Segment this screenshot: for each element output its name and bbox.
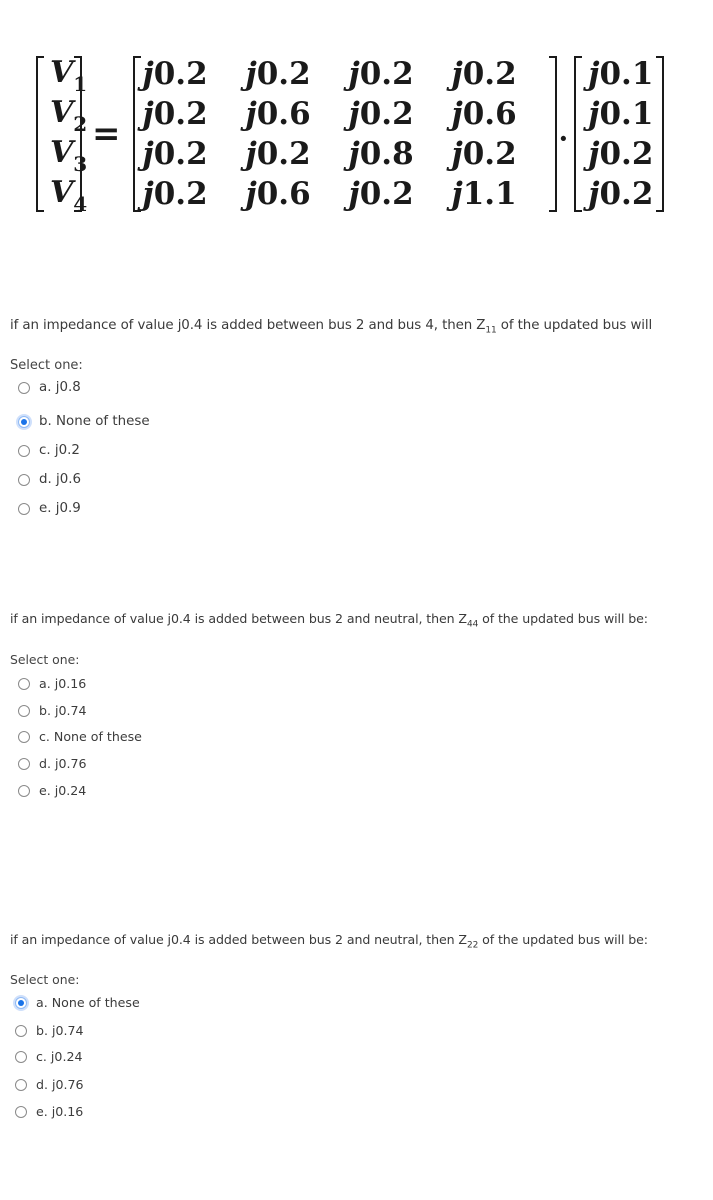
option-label: d. j0.76 bbox=[36, 1077, 84, 1092]
answer-option-e[interactable]: e. j0.24 bbox=[18, 783, 86, 798]
answer-option-d[interactable]: d. j0.76 bbox=[15, 1077, 84, 1092]
current-entry: j0.1 bbox=[588, 56, 654, 92]
option-label: e. j0.24 bbox=[39, 783, 87, 798]
radio-button[interactable] bbox=[18, 381, 30, 394]
impedance-matrix: j0.2 j0.2 j0.2 j0.2 j0.2 j0.6 j0.2 j0.6 … bbox=[132, 54, 557, 214]
option-label: d. j0.6 bbox=[39, 472, 82, 487]
z-entry-2-3: j0.2 bbox=[348, 96, 414, 132]
radio-button[interactable] bbox=[15, 1105, 27, 1118]
voltage-entry: V2 bbox=[50, 94, 88, 136]
z-entry-3-3: j0.8 bbox=[348, 136, 414, 172]
answer-option-d[interactable]: d. j0.6 bbox=[18, 472, 81, 487]
option-label: a. j0.8 bbox=[39, 380, 81, 395]
answer-option-a[interactable]: a. j0.16 bbox=[18, 676, 86, 691]
voltage-vector: V1 V2 V3 V4 bbox=[36, 54, 88, 216]
answer-option-d[interactable]: d. j0.76 bbox=[18, 756, 87, 771]
radio-button[interactable] bbox=[18, 784, 30, 797]
multiplication-dot: · bbox=[558, 121, 569, 155]
z-entry-1-2: j0.2 bbox=[245, 56, 311, 92]
option-label: b. None of these bbox=[39, 414, 150, 429]
answer-option-b[interactable]: b. j0.74 bbox=[15, 1023, 84, 1038]
answer-option-c[interactable]: c. j0.24 bbox=[15, 1049, 82, 1064]
radio-button[interactable] bbox=[18, 757, 30, 770]
answer-option-b[interactable]: b. j0.74 bbox=[18, 703, 87, 718]
option-label: d. j0.76 bbox=[39, 756, 87, 771]
option-label: c. None of these bbox=[39, 729, 142, 744]
answer-option-e[interactable]: e. j0.9 bbox=[18, 501, 81, 516]
question-text: if an impedance of value j0.4 is added b… bbox=[10, 932, 648, 951]
option-label: a. None of these bbox=[36, 995, 140, 1010]
answer-option-c[interactable]: c. None of these bbox=[18, 729, 142, 744]
z-entry-4-2: j0.6 bbox=[245, 176, 311, 212]
current-entry: j0.2 bbox=[588, 176, 654, 212]
radio-button[interactable] bbox=[15, 1024, 27, 1037]
voltage-entry: V3 bbox=[50, 134, 88, 176]
answer-option-b[interactable]: b. None of these bbox=[18, 414, 150, 429]
question-text: if an impedance of value j0.4 is added b… bbox=[10, 318, 653, 336]
radio-button[interactable] bbox=[18, 473, 30, 486]
z-entry-4-3: j0.2 bbox=[348, 176, 414, 212]
z-entry-3-2: j0.2 bbox=[245, 136, 311, 172]
current-vector: j0.1 j0.1 j0.2 j0.2 bbox=[574, 54, 665, 214]
equals-sign: = bbox=[92, 114, 121, 154]
radio-button[interactable] bbox=[18, 502, 30, 515]
voltage-entry: V1 bbox=[50, 54, 88, 96]
z-entry-3-4: j0.2 bbox=[451, 136, 517, 172]
z-entry-2-2: j0.6 bbox=[245, 96, 311, 132]
z-entry-3-1: j0.2 bbox=[142, 136, 208, 172]
z-entry-2-4: j0.6 bbox=[451, 96, 517, 132]
option-label: c. j0.24 bbox=[36, 1049, 83, 1064]
answer-option-a[interactable]: a. None of these bbox=[15, 995, 140, 1010]
option-label: e. j0.9 bbox=[39, 501, 81, 516]
z-entry-4-4: j1.1 bbox=[451, 176, 517, 212]
radio-button[interactable] bbox=[18, 730, 30, 743]
radio-button[interactable] bbox=[15, 1078, 27, 1091]
z-entry-4-1: j0.2 bbox=[142, 176, 208, 212]
option-label: b. j0.74 bbox=[39, 703, 87, 718]
radio-button[interactable] bbox=[18, 704, 30, 717]
option-label: b. j0.74 bbox=[36, 1023, 84, 1038]
z-entry-2-1: j0.2 bbox=[142, 96, 208, 132]
select-one-label: Select one: bbox=[10, 972, 80, 987]
current-entry: j0.2 bbox=[588, 136, 654, 172]
matrix-equation: V1 V2 V3 V4 = j0.2 j0.2 j0.2 j0.2 j0.2 j… bbox=[30, 54, 665, 216]
z-entry-1-3: j0.2 bbox=[348, 56, 414, 92]
radio-button-checked[interactable] bbox=[18, 415, 30, 428]
radio-button[interactable] bbox=[15, 1050, 27, 1063]
current-entry: j0.1 bbox=[588, 96, 654, 132]
z-entry-1-4: j0.2 bbox=[451, 56, 517, 92]
option-label: a. j0.16 bbox=[39, 676, 87, 691]
radio-button[interactable] bbox=[18, 677, 30, 690]
select-one-label: Select one: bbox=[10, 652, 80, 667]
radio-button[interactable] bbox=[18, 444, 30, 457]
question-text: if an impedance of value j0.4 is added b… bbox=[10, 611, 648, 630]
radio-button-checked[interactable] bbox=[15, 996, 27, 1009]
z-entry-1-1: j0.2 bbox=[142, 56, 208, 92]
option-label: c. j0.2 bbox=[39, 443, 80, 458]
answer-option-a[interactable]: a. j0.8 bbox=[18, 380, 81, 395]
select-one-label: Select one: bbox=[10, 358, 83, 373]
voltage-entry: V4 bbox=[50, 174, 88, 216]
answer-option-e[interactable]: e. j0.16 bbox=[15, 1104, 83, 1119]
option-label: e. j0.16 bbox=[36, 1104, 84, 1119]
answer-option-c[interactable]: c. j0.2 bbox=[18, 443, 80, 458]
